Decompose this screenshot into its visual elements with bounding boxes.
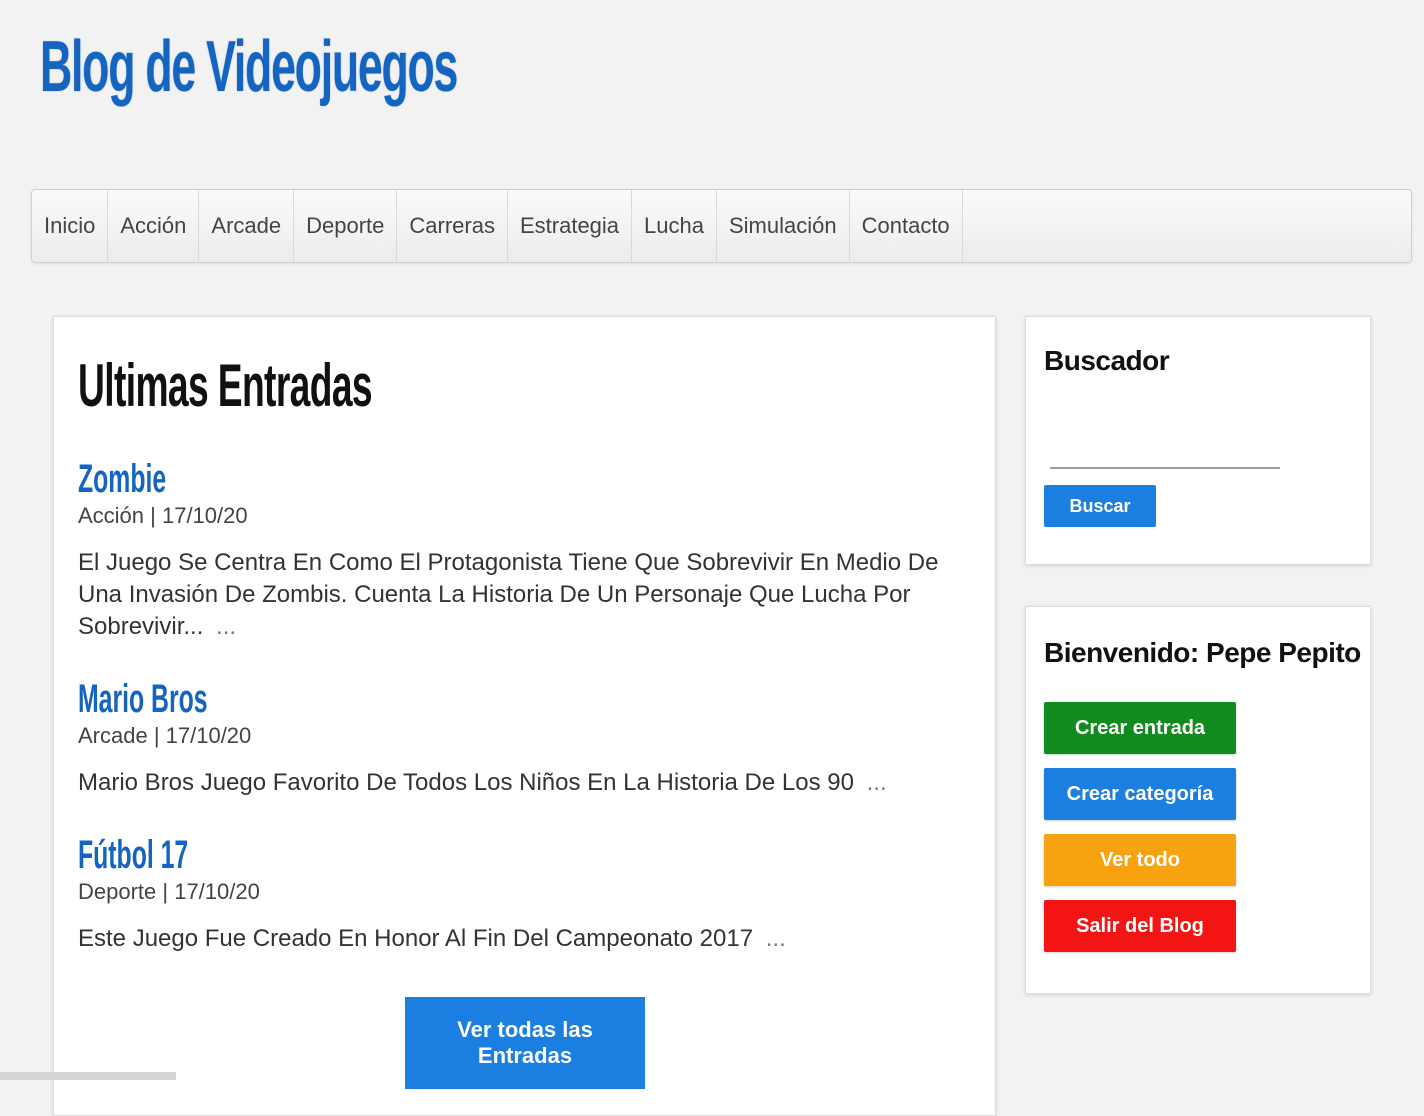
nav-item-lucha[interactable]: Lucha xyxy=(632,190,717,262)
post-meta: Arcade | 17/10/20 xyxy=(78,723,252,748)
create-post-button[interactable]: Crear entrada xyxy=(1044,702,1236,754)
post-excerpt: Este Juego Fue Creado En Honor Al Fin De… xyxy=(78,923,963,955)
nav-item-inicio[interactable]: Inicio xyxy=(32,190,109,262)
search-widget-title: Buscador xyxy=(1044,345,1170,376)
post-item: Zombie Acción | 17/10/20 El Juego Se Cen… xyxy=(78,457,971,643)
post-excerpt: El Juego Se Centra En Como El Protagonis… xyxy=(78,547,963,643)
welcome-title: Bienvenido: Pepe Pepito xyxy=(1044,637,1361,668)
logout-button[interactable]: Salir del Blog xyxy=(1044,900,1236,952)
horizontal-scrollbar[interactable] xyxy=(0,1072,176,1080)
post-meta: Deporte | 17/10/20 xyxy=(78,879,260,904)
search-widget: Buscador Buscar xyxy=(1025,316,1371,565)
create-category-button[interactable]: Crear categoría xyxy=(1044,768,1236,820)
nav-item-arcade[interactable]: Arcade xyxy=(199,190,295,262)
read-more-link[interactable]: ... xyxy=(766,925,786,952)
post-title-link[interactable]: Zombie xyxy=(78,457,632,501)
post-excerpt-text: Este Juego Fue Creado En Honor Al Fin De… xyxy=(78,925,754,952)
post-meta: Acción | 17/10/20 xyxy=(78,503,248,528)
view-all-button[interactable]: Ver todo xyxy=(1044,834,1236,886)
latest-posts-title: Ultimas Entradas xyxy=(78,352,373,419)
post-title-link[interactable]: Fútbol 17 xyxy=(78,833,632,877)
welcome-widget: Bienvenido: Pepe Pepito Crear entrada Cr… xyxy=(1025,606,1371,994)
post-item: Mario Bros Arcade | 17/10/20 Mario Bros … xyxy=(78,677,971,799)
post-excerpt-text: Mario Bros Juego Favorito De Todos Los N… xyxy=(78,769,854,796)
nav-item-simulacion[interactable]: Simulación xyxy=(717,190,850,262)
main-navbar: Inicio Acción Arcade Deporte Carreras Es… xyxy=(31,189,1412,263)
site-title[interactable]: Blog de Videojuegos xyxy=(40,26,458,108)
read-more-link[interactable]: ... xyxy=(867,769,887,796)
post-title-link[interactable]: Mario Bros xyxy=(78,677,632,721)
view-all-posts-button[interactable]: Ver todas las Entradas xyxy=(405,997,645,1089)
post-excerpt-text: El Juego Se Centra En Como El Protagonis… xyxy=(78,549,939,640)
post-excerpt: Mario Bros Juego Favorito De Todos Los N… xyxy=(78,767,963,799)
nav-item-contacto[interactable]: Contacto xyxy=(850,190,963,262)
nav-item-estrategia[interactable]: Estrategia xyxy=(508,190,633,262)
post-item: Fútbol 17 Deporte | 17/10/20 Este Juego … xyxy=(78,833,971,955)
search-input[interactable] xyxy=(1050,443,1280,469)
nav-item-carreras[interactable]: Carreras xyxy=(397,190,508,262)
latest-posts-panel: Ultimas Entradas Zombie Acción | 17/10/2… xyxy=(53,316,996,1116)
search-button[interactable]: Buscar xyxy=(1044,485,1156,527)
read-more-link[interactable]: ... xyxy=(216,613,236,640)
nav-item-deporte[interactable]: Deporte xyxy=(294,190,398,262)
nav-item-accion[interactable]: Acción xyxy=(108,190,200,262)
